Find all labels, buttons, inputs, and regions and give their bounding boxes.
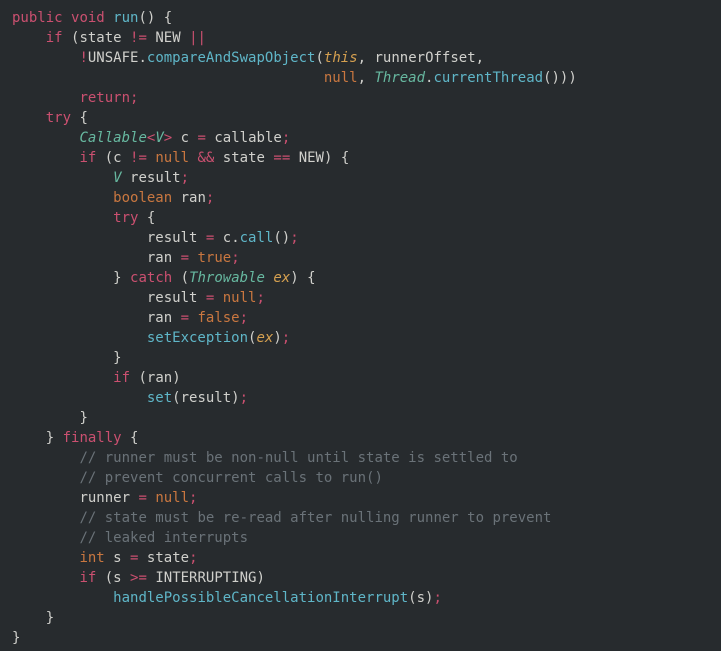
const-INTERRUPTING: INTERRUPTING — [155, 570, 256, 586]
kw-this: this — [324, 50, 358, 66]
type-V: V — [113, 170, 121, 186]
ident-state: state — [79, 30, 121, 46]
comment-1: // runner must be non-null until state i… — [79, 450, 517, 466]
keyword-void: void — [71, 10, 105, 26]
method-cas: compareAndSwapObject — [147, 50, 316, 66]
keyword-finally: finally — [63, 430, 122, 446]
keyword-boolean: boolean — [113, 190, 172, 206]
ident-callable: callable — [214, 130, 281, 146]
type-Throwable: Throwable — [189, 270, 265, 286]
keyword-if: if — [79, 150, 96, 166]
ident-runnerOffset: runnerOffset — [375, 50, 476, 66]
ident-s: s — [113, 550, 121, 566]
ident-runner: runner — [79, 490, 130, 506]
arg-ex: ex — [273, 270, 290, 286]
code-block: public void run() { if (state != NEW || … — [12, 8, 709, 648]
ident-result: result — [130, 170, 181, 186]
method-hpci: handlePossibleCancellationInterrupt — [113, 590, 408, 606]
ident-ran: ran — [181, 190, 206, 206]
keyword-int: int — [79, 550, 104, 566]
method-call: call — [240, 230, 274, 246]
type-V: V — [155, 130, 163, 146]
method-run: run — [113, 10, 138, 26]
method-setException: setException — [147, 330, 248, 346]
method-currentThread: currentThread — [433, 70, 543, 86]
kw-false: false — [197, 310, 239, 326]
keyword-return: return — [79, 90, 130, 106]
ident-c: c — [181, 130, 189, 146]
kw-null: null — [324, 70, 358, 86]
const-UNSAFE: UNSAFE — [88, 50, 139, 66]
method-set: set — [147, 390, 172, 406]
keyword-if: if — [46, 30, 63, 46]
type-Callable: Callable — [79, 130, 146, 146]
keyword-try: try — [113, 210, 138, 226]
const-NEW: NEW — [155, 30, 180, 46]
keyword-catch: catch — [130, 270, 172, 286]
comment-2: // prevent concurrent calls to run() — [79, 470, 382, 486]
comment-3: // state must be re-read after nulling r… — [79, 510, 551, 526]
keyword-public: public — [12, 10, 63, 26]
kw-true: true — [197, 250, 231, 266]
type-Thread: Thread — [374, 70, 425, 86]
keyword-try: try — [46, 110, 71, 126]
comment-4: // leaked interrupts — [79, 530, 248, 546]
